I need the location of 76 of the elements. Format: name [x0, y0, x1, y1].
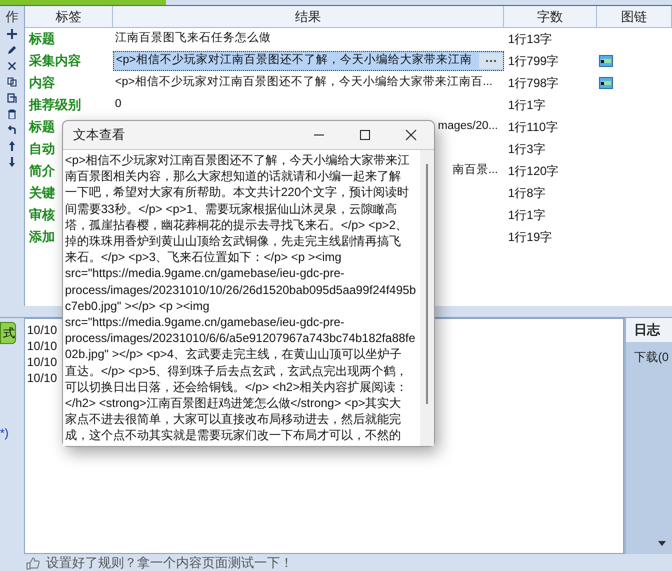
result-text: 江南百景图飞来石任务怎么做 — [115, 30, 271, 46]
paste-icon[interactable] — [7, 93, 17, 103]
result-text: 0 — [115, 97, 122, 112]
table-cell[interactable]: 江南百景图飞来石任务怎么做 — [113, 29, 504, 49]
log-line: 10/10 — [27, 338, 58, 354]
table-cell-text: 1行3字 — [507, 141, 546, 158]
panel-title: 作 — [6, 10, 18, 23]
scrollbar-thumb[interactable] — [426, 164, 428, 404]
log-tab[interactable]: 日志 — [626, 318, 672, 342]
text-line: 直达。</p> <p>5、得到珠子后去点玄武，玄武点完出现两个鹤， — [65, 362, 409, 379]
field-label: 标题 — [29, 31, 55, 46]
text-line: c7eb0.jpg" ></p> <p ><img — [65, 298, 210, 314]
close-icon[interactable] — [7, 61, 17, 71]
arrow-down-icon[interactable] — [7, 157, 17, 167]
text-line: 一下吧，希望对大家有所帮助。本文共计220个文字，预计阅读时 — [65, 184, 410, 201]
ellipsis-button[interactable] — [479, 53, 503, 69]
text-line: 来石。</p> <p>3、飞来石位置如下：</p> <p ><img — [65, 249, 342, 266]
thumbs-up-icon — [26, 556, 40, 570]
column-header[interactable]: 标签 — [25, 6, 113, 27]
download-item[interactable]: 下载(0 — [626, 342, 672, 366]
text-line: 南百景图相关内容，那么大家想知道的话就请和小编一起来了解 — [65, 168, 402, 184]
plus-icon[interactable] — [7, 29, 17, 39]
undo-icon[interactable] — [7, 125, 17, 135]
text-line: 02b.jpg" ></p> <p>4、玄武要走完主线，在黄山山顶可以坐炉子 — [65, 346, 403, 363]
side-note: *) — [0, 425, 9, 442]
mode-button[interactable]: 式 — [0, 322, 16, 344]
field-label: 添加 — [29, 229, 55, 244]
text-line: src="https://media.9game.cn/gamebase/ieu-gdc-pre- — [65, 265, 346, 282]
close-icon[interactable] — [404, 129, 417, 141]
status-message: 设置好了规则？拿一个内容页面测试一下！ — [46, 554, 293, 571]
field-label: 采集内容 — [29, 53, 81, 68]
column-header[interactable]: 字数 — [504, 6, 597, 27]
text-line: 掉的珠珠用香炉到黄山山顶给玄武铜像，先走完主线剧情再搞飞 — [65, 233, 402, 250]
text-line: </h2> <strong>江南百景图赶鸡进笼怎么做</strong> <p>其实大 — [65, 395, 402, 412]
text-line: src="https://media.9game.cn/gamebase/ieu-gdc-pre- — [65, 314, 346, 330]
pencil-icon[interactable] — [7, 45, 17, 55]
table-cell-text: 1行19字 — [507, 229, 554, 246]
field-label: 推荐级别 — [29, 97, 81, 112]
table-cell-text: 1行120字 — [507, 163, 560, 180]
field-label: 审核 — [29, 207, 55, 222]
text-line: process/images/20231010/6/6/a5e91207967a743bc74b182fa88fe — [65, 330, 416, 346]
field-label: 标题 — [29, 119, 55, 134]
field-label: 内容 — [29, 75, 55, 90]
log-line: 10/10 — [27, 322, 58, 338]
table-cell-text: 1行110字 — [507, 119, 559, 136]
log-line: 10/10 — [27, 370, 58, 386]
arrow-up-icon[interactable] — [7, 141, 17, 151]
dropdown-arrow-icon[interactable] — [658, 541, 666, 546]
table-cell-text: 1行8字 — [507, 185, 546, 202]
text-line: 家点不进去很简单，大家可以直接改布局移动进去，然后就能完 — [65, 411, 402, 428]
table-cell-text: 1行799字 — [507, 53, 560, 70]
field-label: 关键 — [29, 185, 55, 200]
text-line: 成，这个点不动其实就是需要玩家们改一下布局才可以，不然的 — [65, 427, 402, 444]
text-line: 可以切换日出日落，还会给铜钱。</p> <h2>相关内容扩展阅读： — [65, 378, 409, 396]
copy-icon[interactable] — [7, 77, 17, 87]
text-line: 塔，孤崖拈春樱，幽花葬桐花的提示去寻找飞来石。</p> <p>2、 — [65, 216, 409, 234]
table-cell[interactable]: 0 — [113, 95, 504, 115]
table-cell[interactable]: <p>相信不少玩家对江南百景图还不了解，今天小编给大家带来江南百... — [113, 73, 504, 93]
dialog-title: 文本查看 — [73, 126, 125, 144]
field-label: 简介 — [29, 163, 55, 178]
result-text: <p>相信不少玩家对江南百景图还不了解，今天小编给大家带来江南 — [116, 52, 472, 68]
table-cell-text: 1行13字 — [507, 31, 554, 48]
table-cell-text: 1行1字 — [507, 207, 546, 224]
trash-icon[interactable] — [7, 109, 17, 119]
column-header[interactable]: 结果 — [113, 6, 504, 27]
table-cell-text: 1行1字 — [507, 97, 546, 114]
text-line: process/images/20231010/10/26/26d1520bab095d5aa99f24f495b — [65, 282, 416, 298]
result-text: <p>相信不少玩家对江南百景图还不了解，今天小编给大家带来江南百... — [115, 74, 492, 90]
text-line: <p>相信不少玩家对江南百景图还不了解，今天小编给大家带来江 — [65, 152, 411, 168]
maximize-icon[interactable] — [358, 129, 371, 141]
text-line: 间需要33秒。</p> <p>1、需要玩家根据仙山沐灵泉，云隙瞰高 — [65, 200, 398, 217]
column-header[interactable]: 图链 — [597, 6, 672, 27]
table-cell[interactable]: <p>相信不少玩家对江南百景图还不了解，今天小编给大家带来江南 — [113, 51, 504, 71]
log-line: 10/10 — [27, 354, 58, 370]
field-label: 自动 — [29, 141, 55, 156]
table-cell-text: 1行798字 — [507, 75, 560, 92]
